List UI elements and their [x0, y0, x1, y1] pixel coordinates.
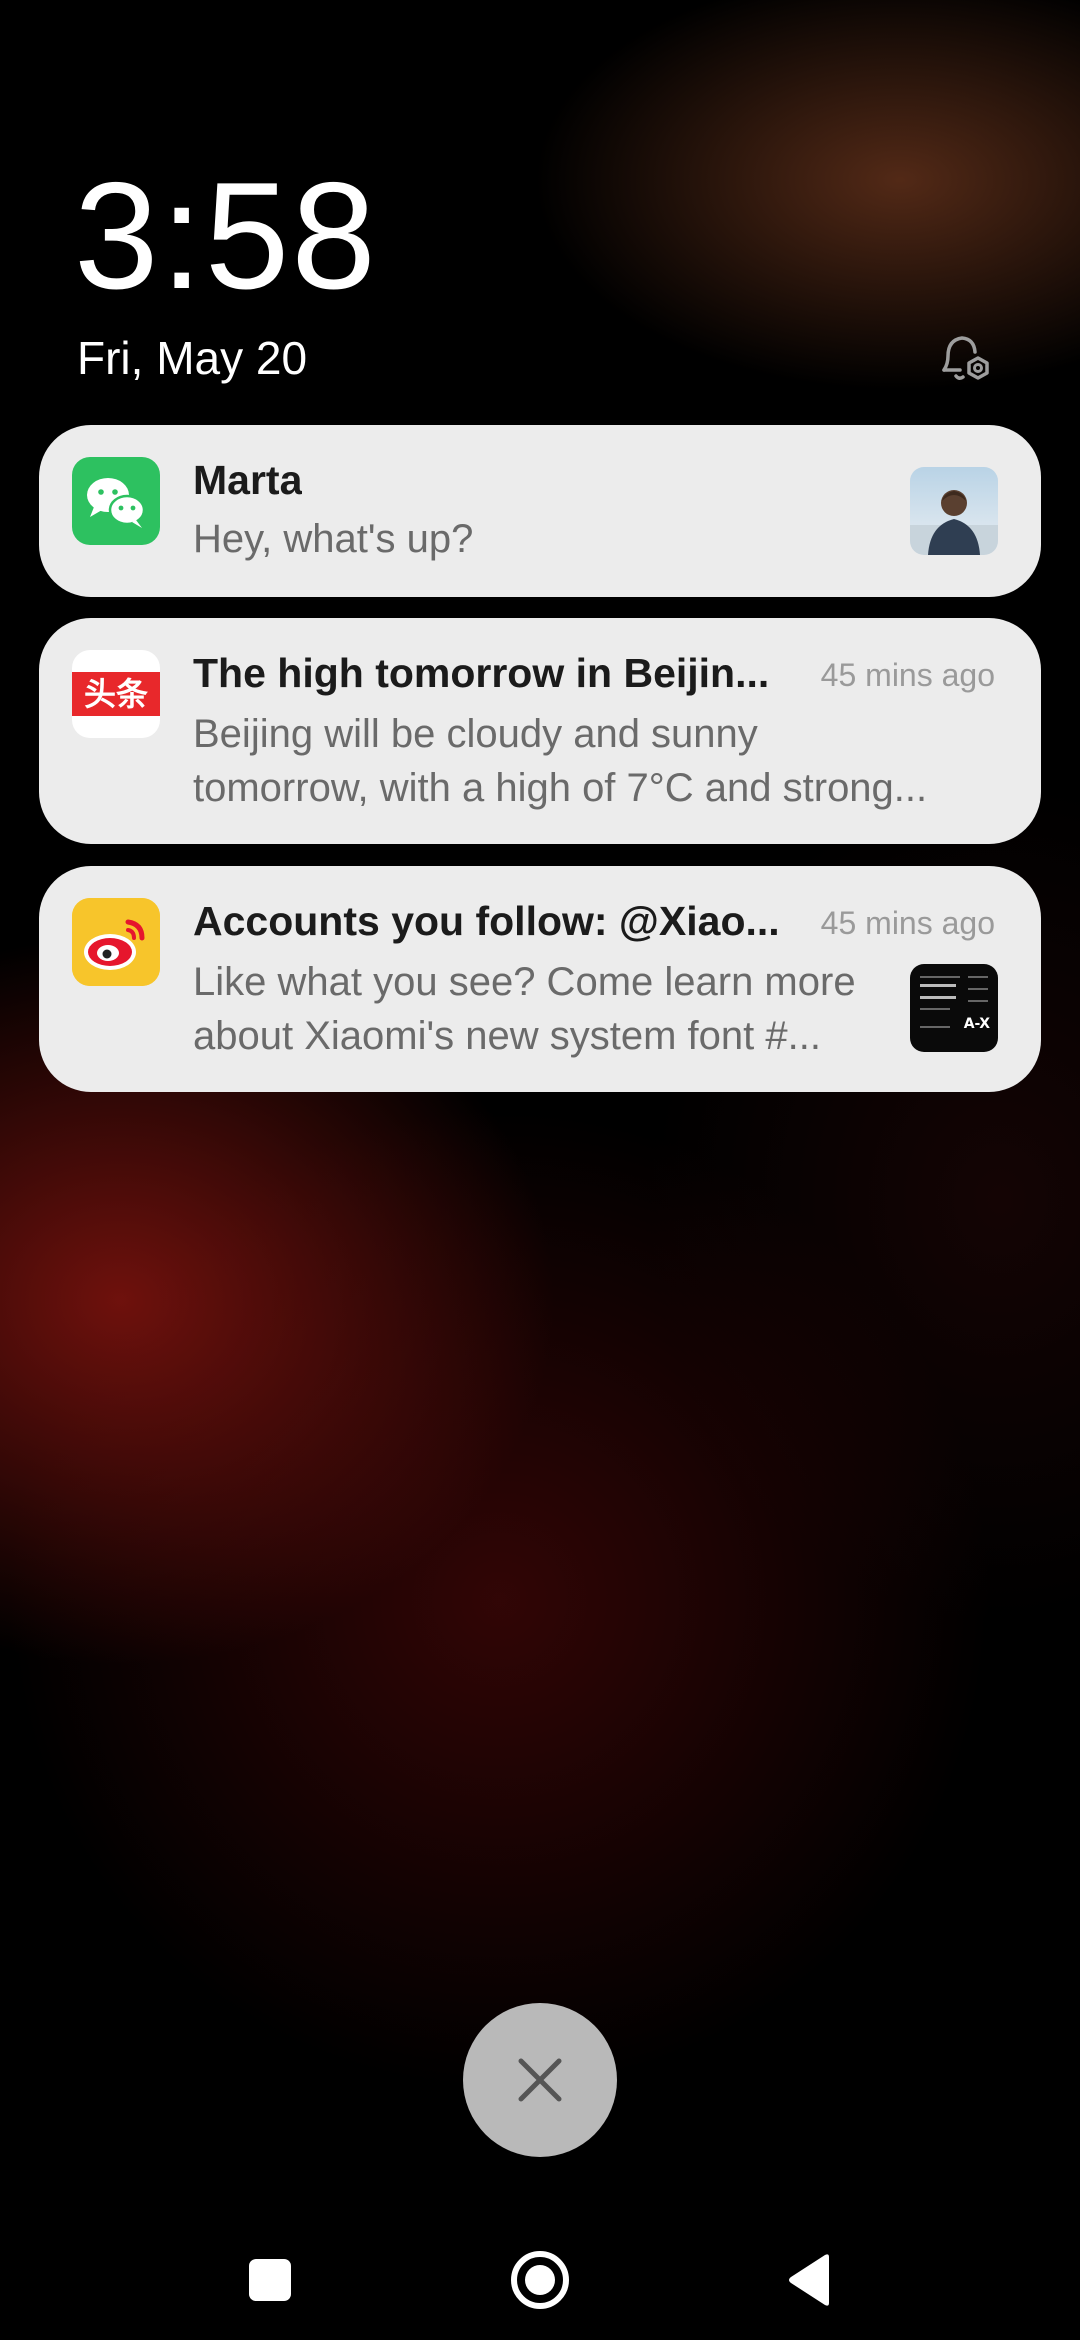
clear-notifications-button[interactable] [463, 2003, 617, 2157]
notification-card-weibo[interactable]: Accounts you follow: @Xiao... 45 mins ag… [39, 866, 1041, 1092]
notification-settings-icon[interactable] [934, 330, 996, 392]
home-circle-icon [511, 2251, 569, 2309]
recents-button[interactable] [238, 2248, 302, 2312]
font-preview-label: A-X [963, 1016, 990, 1032]
notification-body: Hey, what's up? [193, 517, 474, 561]
back-button[interactable] [778, 2248, 842, 2312]
notification-body-line2: tomorrow, with a high of 7°C and strong.… [193, 766, 928, 810]
notification-body-line2: about Xiaomi's new system font #... [193, 1014, 821, 1058]
back-triangle-icon [789, 2254, 829, 2306]
toutiao-icon: 头条 [72, 650, 160, 738]
person-photo-thumbnail [910, 467, 998, 555]
notification-body-line1: Beijing will be cloudy and sunny [193, 712, 758, 756]
notification-card-wechat[interactable]: Marta Hey, what's up? [39, 425, 1041, 597]
font-preview-thumbnail: A-X [910, 964, 998, 1052]
toutiao-icon-label: 头条 [72, 672, 160, 716]
home-button[interactable] [508, 2248, 572, 2312]
notification-time: 45 mins ago [820, 657, 995, 693]
notification-title: Marta [193, 457, 303, 503]
navigation-bar [0, 2230, 1080, 2330]
notification-body-line1: Like what you see? Come learn more [193, 960, 856, 1004]
weibo-icon [72, 898, 160, 986]
close-icon [518, 2058, 562, 2102]
notification-title: The high tomorrow in Beijin... [193, 650, 770, 696]
notification-time: 45 mins ago [820, 905, 995, 941]
square-icon [249, 2259, 291, 2301]
notification-title: Accounts you follow: @Xiao... [193, 898, 780, 944]
wechat-icon [72, 457, 160, 545]
lockscreen-clock: 3:58 [74, 151, 378, 321]
lockscreen-date: Fri, May 20 [77, 332, 308, 384]
notification-card-toutiao[interactable]: 头条 The high tomorrow in Beijin... 45 min… [39, 618, 1041, 844]
